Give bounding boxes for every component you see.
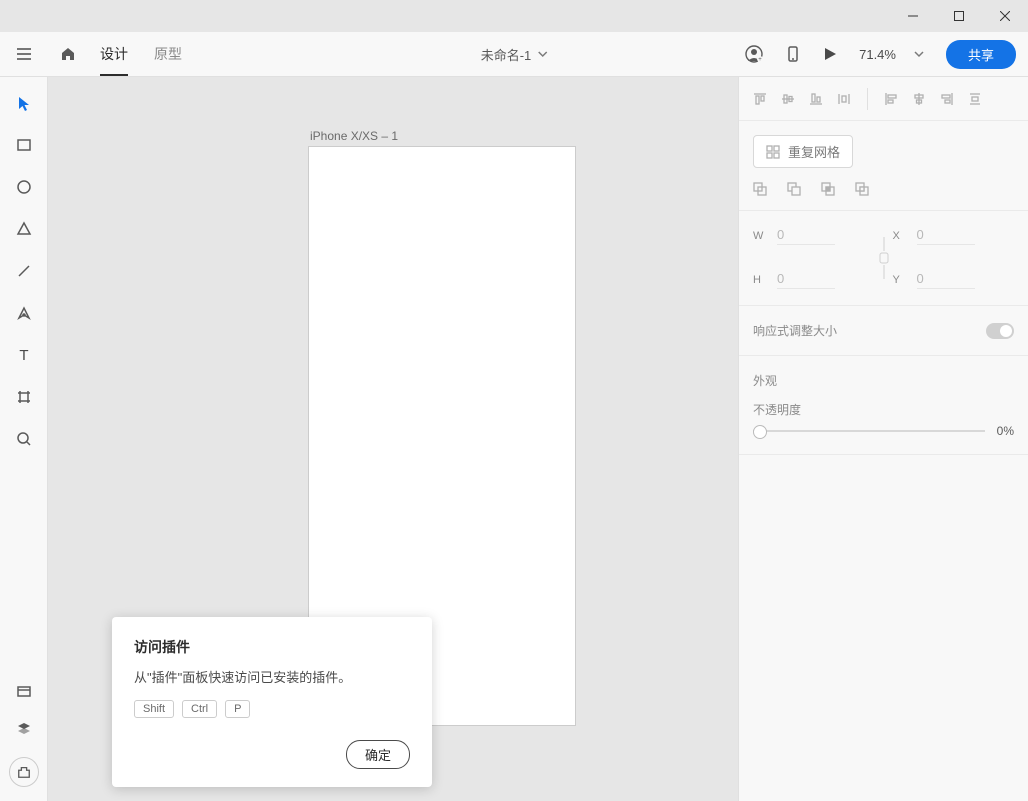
- opacity-slider[interactable]: [753, 430, 985, 432]
- repeat-grid-button[interactable]: 重复网格: [753, 135, 853, 168]
- main-body: T iPhone X/XS – 1 访问插件 从"插件"面板快速访问已安装的插件…: [0, 77, 1028, 801]
- document-title-text: 未命名-1: [481, 45, 532, 64]
- toolbar-right: + 71.4% 共享: [745, 40, 1028, 69]
- svg-text:+: +: [758, 57, 762, 63]
- responsive-label: 响应式调整大小: [753, 322, 837, 339]
- document-title[interactable]: 未命名-1: [481, 45, 548, 64]
- polygon-tool-icon[interactable]: [14, 219, 34, 239]
- subtract-icon[interactable]: [787, 182, 801, 196]
- minimize-button[interactable]: [890, 0, 936, 32]
- avatar-icon[interactable]: +: [745, 45, 763, 63]
- zoom-control[interactable]: 71.4%: [859, 47, 924, 62]
- appearance-title: 外观: [753, 372, 1014, 389]
- share-button[interactable]: 共享: [946, 40, 1016, 69]
- artboard-tool-icon[interactable]: [14, 387, 34, 407]
- coachmark-popover: 访问插件 从"插件"面板快速访问已安装的插件。 Shift Ctrl P 确定: [112, 617, 432, 787]
- x-field[interactable]: X0: [893, 227, 1015, 245]
- key-p: P: [225, 700, 250, 718]
- plugins-panel-icon[interactable]: [9, 757, 39, 787]
- popover-title: 访问插件: [134, 637, 410, 657]
- dimensions-section: W0 X0 H0 Y0: [739, 211, 1028, 306]
- hamburger-menu-icon[interactable]: [0, 32, 48, 76]
- align-bottom-icon[interactable]: [809, 92, 823, 106]
- right-inspector: 重复网格 W0 X0 H0 Y0 响应式调整大小: [738, 77, 1028, 801]
- repeat-grid-label: 重复网格: [788, 142, 840, 161]
- pen-tool-icon[interactable]: [14, 303, 34, 323]
- shortcut-keys: Shift Ctrl P: [134, 700, 410, 718]
- lock-ratio-icon[interactable]: [875, 233, 893, 283]
- select-tool-icon[interactable]: [14, 93, 34, 113]
- artboard-label[interactable]: iPhone X/XS – 1: [310, 129, 398, 143]
- y-field[interactable]: Y0: [893, 271, 1015, 289]
- popover-body: 从"插件"面板快速访问已安装的插件。: [134, 667, 410, 686]
- home-icon[interactable]: [48, 32, 88, 76]
- opacity-label: 不透明度: [753, 401, 1014, 418]
- app-window: 设计 原型 未命名-1 + 71.4% 共享: [0, 0, 1028, 801]
- zoom-value: 71.4%: [859, 47, 896, 62]
- close-button[interactable]: [982, 0, 1028, 32]
- design-canvas[interactable]: iPhone X/XS – 1 访问插件 从"插件"面板快速访问已安装的插件。 …: [48, 77, 738, 801]
- intersect-icon[interactable]: [821, 182, 835, 196]
- distribute-v-icon[interactable]: [837, 92, 851, 106]
- responsive-toggle[interactable]: [986, 323, 1014, 339]
- appearance-section: 外观 不透明度 0%: [739, 356, 1028, 455]
- key-ctrl: Ctrl: [182, 700, 217, 718]
- opacity-value: 0%: [997, 424, 1014, 438]
- device-preview-icon[interactable]: [785, 46, 801, 62]
- repeat-grid-section: 重复网格: [739, 121, 1028, 211]
- chevron-down-icon: [537, 49, 547, 59]
- top-toolbar: 设计 原型 未命名-1 + 71.4% 共享: [0, 32, 1028, 77]
- alignment-controls: [739, 77, 1028, 121]
- height-field[interactable]: H0: [753, 271, 875, 289]
- distribute-h-icon[interactable]: [968, 92, 982, 106]
- svg-text:T: T: [19, 347, 28, 363]
- line-tool-icon[interactable]: [14, 261, 34, 281]
- width-field[interactable]: W0: [753, 227, 875, 245]
- ok-button[interactable]: 确定: [346, 740, 410, 769]
- text-tool-icon[interactable]: T: [14, 345, 34, 365]
- layers-panel-icon[interactable]: [14, 719, 34, 739]
- align-top-icon[interactable]: [753, 92, 767, 106]
- window-titlebar: [0, 0, 1028, 32]
- union-icon[interactable]: [753, 182, 767, 196]
- tab-design[interactable]: 设计: [100, 32, 128, 76]
- rectangle-tool-icon[interactable]: [14, 135, 34, 155]
- responsive-resize-section: 响应式调整大小: [739, 306, 1028, 356]
- align-right-icon[interactable]: [940, 92, 954, 106]
- boolean-ops: [753, 182, 1014, 196]
- chevron-down-icon: [914, 49, 924, 59]
- left-tool-panel: T: [0, 77, 48, 801]
- play-icon[interactable]: [823, 47, 837, 61]
- ellipse-tool-icon[interactable]: [14, 177, 34, 197]
- align-left-icon[interactable]: [884, 92, 898, 106]
- exclude-icon[interactable]: [855, 182, 869, 196]
- align-hcenter-icon[interactable]: [912, 92, 926, 106]
- zoom-tool-icon[interactable]: [14, 429, 34, 449]
- mode-tabs: 设计 原型: [100, 32, 182, 76]
- align-vmiddle-icon[interactable]: [781, 92, 795, 106]
- tab-prototype[interactable]: 原型: [154, 32, 182, 76]
- maximize-button[interactable]: [936, 0, 982, 32]
- key-shift: Shift: [134, 700, 174, 718]
- assets-panel-icon[interactable]: [14, 681, 34, 701]
